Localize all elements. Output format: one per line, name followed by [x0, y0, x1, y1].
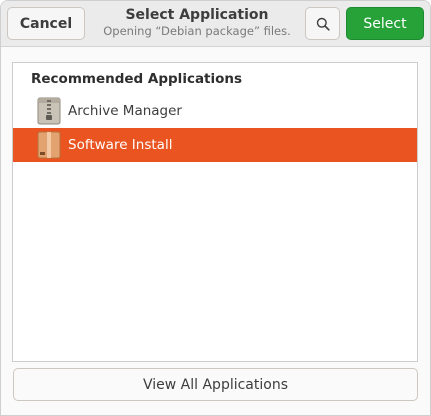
- archive-manager-icon: [37, 97, 61, 125]
- dialog-subtitle: Opening “Debian package” files.: [103, 24, 291, 38]
- list-item-archive-manager[interactable]: Archive Manager: [13, 94, 417, 128]
- search-button[interactable]: [305, 7, 340, 40]
- software-install-label: Software Install: [68, 137, 173, 153]
- dialog-title: Select Application: [125, 7, 269, 23]
- recommended-applications-heading: Recommended Applications: [31, 71, 243, 87]
- view-all-applications-button[interactable]: View All Applications: [13, 368, 418, 401]
- archive-manager-label: Archive Manager: [68, 103, 182, 119]
- select-application-dialog: Cancel Select Application Opening “Debia…: [0, 0, 431, 416]
- software-install-icon: [37, 131, 61, 159]
- dialog-titles: Select Application Opening “Debian packa…: [91, 6, 303, 39]
- search-icon: [316, 17, 330, 31]
- cancel-button[interactable]: Cancel: [7, 7, 85, 40]
- select-button[interactable]: Select: [346, 7, 424, 40]
- list-item-software-install[interactable]: Software Install: [13, 128, 417, 162]
- application-list: Recommended Applications Archive Manager: [12, 62, 418, 362]
- dialog-header: Cancel Select Application Opening “Debia…: [1, 1, 430, 47]
